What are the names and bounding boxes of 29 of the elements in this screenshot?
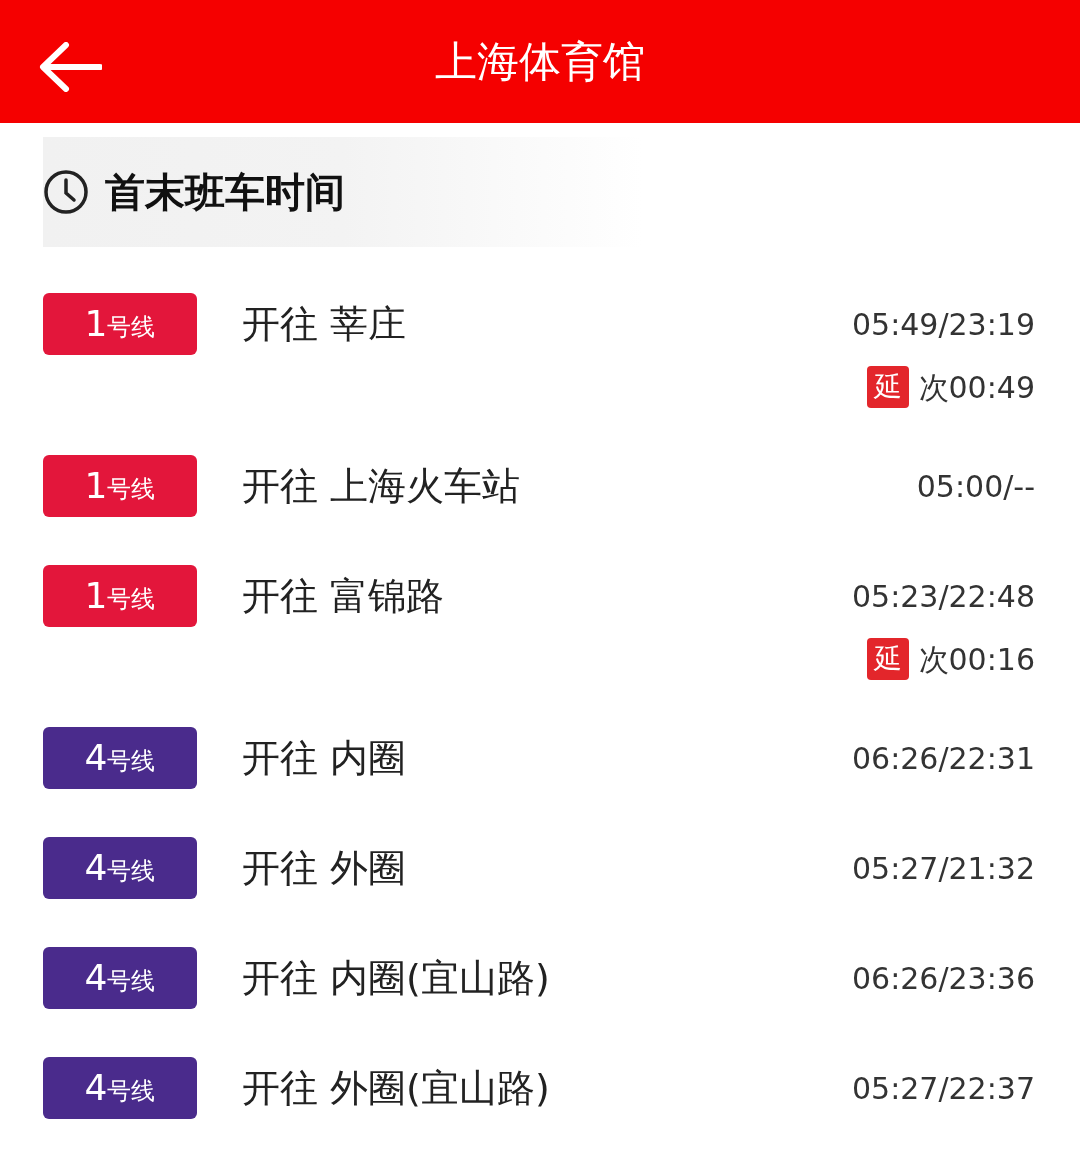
line-badge: 4号线 bbox=[43, 1057, 197, 1119]
line-badge: 4号线 bbox=[43, 727, 197, 789]
line-badge: 4号线 bbox=[43, 837, 197, 899]
time-text: 05:00/-- bbox=[916, 467, 1035, 506]
line-badge: 1号线 bbox=[43, 293, 197, 355]
back-icon[interactable] bbox=[38, 42, 102, 92]
extended-tag: 延 bbox=[866, 638, 909, 680]
page-title: 上海体育馆 bbox=[435, 36, 645, 88]
time-text: 05:23/22:48 bbox=[851, 577, 1035, 616]
destination-text: 开往 内圈(宜山路) bbox=[242, 954, 550, 1002]
destination-text: 开往 外圈(宜山路) bbox=[242, 1064, 550, 1112]
clock-icon bbox=[43, 169, 89, 215]
line-badge: 4号线 bbox=[43, 947, 197, 1009]
destination-text: 开往 上海火车站 bbox=[242, 462, 521, 510]
time-text: 05:27/21:32 bbox=[851, 849, 1035, 888]
time-text: 05:27/22:37 bbox=[851, 1069, 1035, 1108]
destination-text: 开往 外圈 bbox=[242, 844, 407, 892]
extended-tag: 延 bbox=[866, 366, 909, 408]
section-title: 首末班车时间 bbox=[105, 168, 345, 217]
time-text: 06:26/23:36 bbox=[851, 959, 1035, 998]
destination-text: 开往 内圈 bbox=[242, 734, 407, 782]
destination-text: 开往 莘庄 bbox=[242, 300, 407, 348]
line-badge: 1号线 bbox=[43, 455, 197, 517]
extended-time-text: 次00:49 bbox=[918, 368, 1035, 407]
destination-text: 开往 富锦路 bbox=[242, 572, 445, 620]
time-text: 05:49/23:19 bbox=[851, 305, 1035, 344]
extended-time-text: 次00:16 bbox=[918, 640, 1035, 679]
line-badge: 1号线 bbox=[43, 565, 197, 627]
time-text: 06:26/22:31 bbox=[851, 739, 1035, 778]
